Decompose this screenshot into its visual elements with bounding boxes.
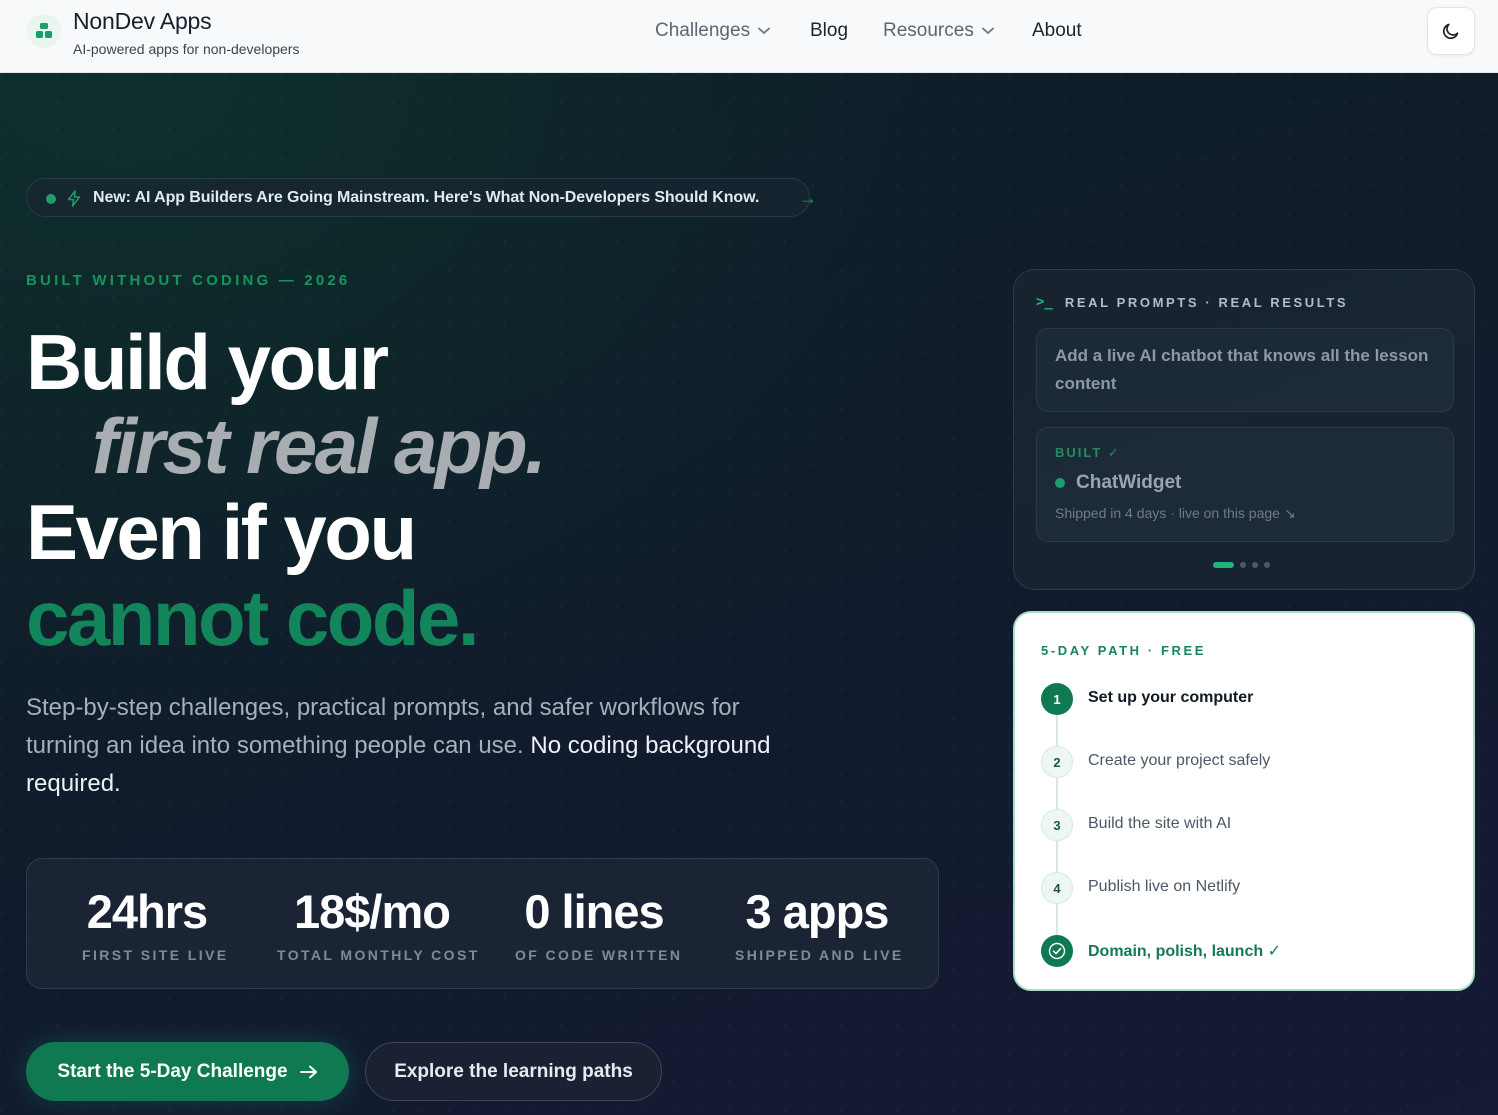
button-label: Start the 5-Day Challenge xyxy=(57,1060,288,1082)
nav-item-about[interactable]: About xyxy=(1032,20,1082,42)
announcement-banner[interactable]: New: AI App Builders Are Going Mainstrea… xyxy=(26,178,817,217)
result-panel: BUILT ✓ ChatWidget Shipped in 4 days · l… xyxy=(1036,427,1454,542)
terminal-icon: >_ xyxy=(1036,294,1053,310)
prompt-text: Add a live AI chatbot that knows all the… xyxy=(1036,328,1454,412)
step-label: Publish live on Netlify xyxy=(1088,878,1241,895)
nav-item-label: Blog xyxy=(810,20,849,41)
lightning-icon xyxy=(67,190,81,207)
card-heading: >_ REAL PROMPTS · REAL RESULTS xyxy=(1036,294,1348,310)
status-dot xyxy=(1055,478,1065,488)
step-number: 2 xyxy=(1041,746,1073,778)
carousel-dot[interactable] xyxy=(1264,562,1270,568)
stat-label: TOTAL MONTHLY COST xyxy=(277,947,480,963)
site-header: NonDev Apps AI-powered apps for non-deve… xyxy=(0,0,1498,73)
result-name: ChatWidget xyxy=(1076,472,1182,493)
arrow-right-icon xyxy=(299,1065,317,1078)
path-step-2[interactable]: 2 Create your project safely xyxy=(1041,746,1461,778)
carousel-dot[interactable] xyxy=(1213,562,1234,568)
stat-label: FIRST SITE LIVE xyxy=(82,947,229,963)
chevron-down-icon xyxy=(981,27,994,35)
stat-label: SHIPPED AND LIVE xyxy=(735,947,904,963)
stat-value: 24hrs xyxy=(86,885,208,938)
nav-item-resources[interactable]: Resources xyxy=(883,20,994,42)
start-challenge-button[interactable]: Start the 5-Day Challenge xyxy=(26,1042,349,1101)
chevron-down-icon xyxy=(758,27,770,35)
headline-line-2: first real app. xyxy=(92,402,547,490)
path-step-3[interactable]: 3 Build the site with AI xyxy=(1041,809,1461,841)
headline-line-1: Build your xyxy=(26,318,389,406)
button-label: Explore the learning paths xyxy=(394,1060,633,1082)
stats-panel: 24hrs FIRST SITE LIVE 18$/mo TOTAL MONTH… xyxy=(26,858,939,989)
check-circle-icon xyxy=(1048,942,1066,960)
headline-line-4: cannot code. xyxy=(26,574,480,662)
carousel-indicator xyxy=(1213,562,1270,568)
step-number: 3 xyxy=(1041,809,1073,841)
status-dot xyxy=(46,194,56,204)
step-label: Set up your computer xyxy=(1088,689,1254,706)
headline-line-3: Even if you xyxy=(26,488,417,576)
theme-toggle-button[interactable] xyxy=(1427,7,1475,55)
stat-value: 18$/mo xyxy=(294,885,451,938)
step-number: 1 xyxy=(1041,683,1073,715)
arrow-right-icon: → xyxy=(799,188,817,208)
result-meta: Shipped in 4 days · live on this page ↘ xyxy=(1055,505,1296,521)
five-day-path-card: 5-DAY PATH · FREE 1 Set up your computer… xyxy=(1013,611,1475,991)
path-step-5[interactable]: Domain, polish, launch ✓ xyxy=(1041,935,1461,967)
step-check xyxy=(1041,935,1073,967)
path-step-1[interactable]: 1 Set up your computer xyxy=(1041,683,1461,715)
nav-item-label: Resources xyxy=(883,20,974,41)
step-label: Build the site with AI xyxy=(1088,815,1232,832)
explore-paths-button[interactable]: Explore the learning paths xyxy=(365,1042,662,1101)
hero-eyebrow: BUILT WITHOUT CODING — 2026 xyxy=(26,272,351,289)
stat-first-site: 24hrs FIRST SITE LIVE xyxy=(82,883,229,963)
built-badge: BUILT ✓ xyxy=(1055,445,1121,460)
carousel-dot[interactable] xyxy=(1240,562,1246,568)
nav-item-label: About xyxy=(1032,20,1082,41)
stat-label: OF CODE WRITTEN xyxy=(515,947,683,963)
moon-icon xyxy=(1442,23,1459,40)
stat-value: 3 apps xyxy=(745,885,890,938)
nav-item-challenges[interactable]: Challenges xyxy=(655,20,770,42)
path-step-4[interactable]: 4 Publish live on Netlify xyxy=(1041,872,1461,904)
step-number: 4 xyxy=(1041,872,1073,904)
path-card-title: 5-DAY PATH · FREE xyxy=(1041,643,1207,658)
stat-lines-of-code: 0 lines OF CODE WRITTEN xyxy=(515,883,683,963)
hero-section: New: AI App Builders Are Going Mainstrea… xyxy=(0,73,1498,1115)
main-nav: Challenges Blog Resources About xyxy=(0,20,1498,46)
nav-item-label: Challenges xyxy=(655,20,751,41)
stat-monthly-cost: 18$/mo TOTAL MONTHLY COST xyxy=(277,883,480,963)
nav-item-blog[interactable]: Blog xyxy=(810,20,848,42)
step-label: Domain, polish, launch ✓ xyxy=(1088,943,1281,960)
carousel-dot[interactable] xyxy=(1252,562,1258,568)
announcement-text: New: AI App Builders Are Going Mainstrea… xyxy=(93,189,760,206)
stat-apps-shipped: 3 apps SHIPPED AND LIVE xyxy=(735,883,904,963)
step-label: Create your project safely xyxy=(1088,752,1271,769)
prompts-results-card: >_ REAL PROMPTS · REAL RESULTS Add a liv… xyxy=(1013,269,1475,590)
hero-lede: Step-by-step challenges, practical promp… xyxy=(26,689,786,803)
card-heading-text: REAL PROMPTS · REAL RESULTS xyxy=(1064,294,1349,310)
stat-value: 0 lines xyxy=(524,885,664,938)
